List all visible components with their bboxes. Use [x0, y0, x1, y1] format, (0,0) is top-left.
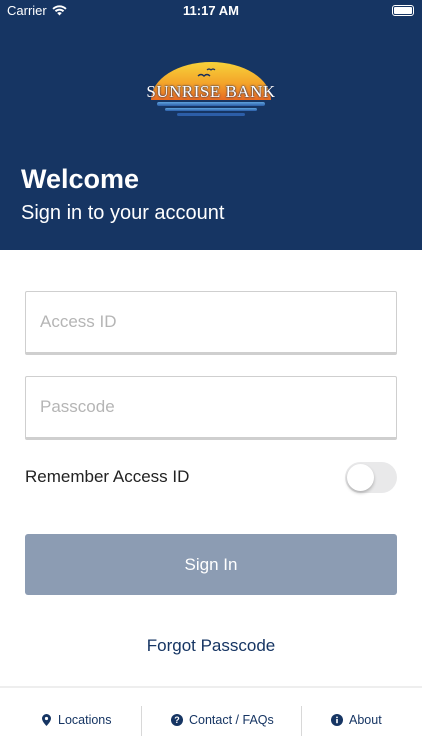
question-circle-icon: ?: [171, 714, 183, 726]
passcode-field[interactable]: [25, 376, 397, 440]
page-title: Welcome: [21, 164, 140, 194]
battery-icon: [392, 5, 414, 16]
status-time: 11:17 AM: [183, 3, 239, 18]
tab-contact-faqs-label: Contact / FAQs: [189, 713, 274, 727]
status-bar: Carrier 11:17 AM: [0, 0, 422, 22]
tab-about-label: About: [349, 713, 382, 727]
sunrise-bank-logo: SUNRISE BANK: [143, 62, 279, 122]
access-id-field[interactable]: [25, 291, 397, 355]
remember-access-id-label: Remember Access ID: [25, 467, 190, 486]
tab-about[interactable]: About: [331, 705, 382, 735]
tab-contact-faqs[interactable]: ? Contact / FAQs: [171, 705, 274, 735]
tab-divider: [301, 706, 302, 736]
page-subtitle: Sign in to your account: [21, 202, 225, 224]
passcode-input[interactable]: [26, 377, 396, 437]
forgot-passcode-link[interactable]: Forgot Passcode: [0, 636, 422, 656]
brand-name: SUNRISE BANK: [146, 82, 276, 101]
access-id-input[interactable]: [26, 292, 396, 352]
bottom-tab-bar: Locations ? Contact / FAQs About: [0, 686, 422, 750]
remember-access-id-toggle[interactable]: [345, 462, 397, 493]
toggle-knob: [347, 464, 374, 491]
header: Carrier 11:17 AM SUNRISE BANK Welcome Si…: [0, 0, 422, 250]
tab-locations-label: Locations: [58, 713, 112, 727]
tab-locations[interactable]: Locations: [40, 705, 112, 735]
tab-divider: [141, 706, 142, 736]
sign-in-button[interactable]: Sign In: [25, 534, 397, 595]
location-pin-icon: [40, 714, 52, 726]
svg-text:?: ?: [174, 715, 180, 725]
info-circle-icon: [331, 714, 343, 726]
